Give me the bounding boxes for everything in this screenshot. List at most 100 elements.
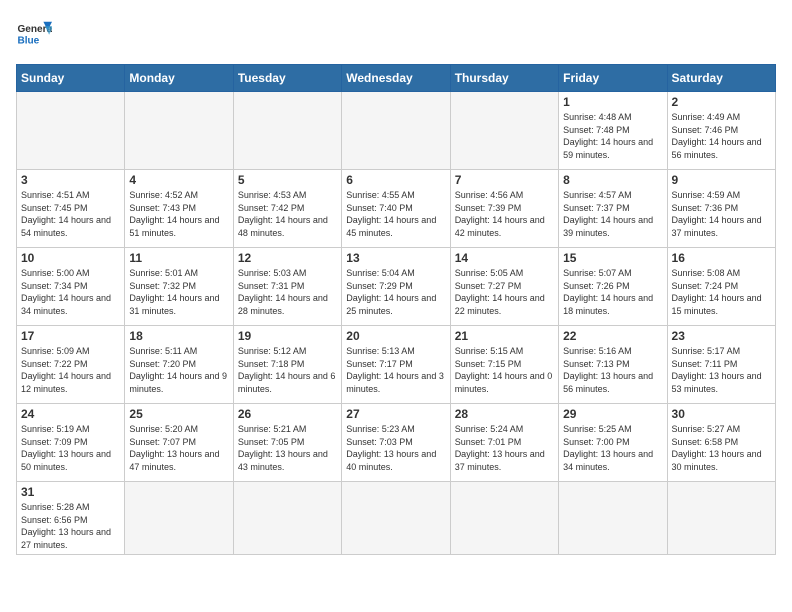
day-info: Sunrise: 5:12 AM Sunset: 7:18 PM Dayligh… — [238, 345, 337, 395]
day-number: 12 — [238, 251, 337, 265]
day-number: 27 — [346, 407, 445, 421]
weekday-header: Wednesday — [342, 65, 450, 92]
day-info: Sunrise: 4:56 AM Sunset: 7:39 PM Dayligh… — [455, 189, 554, 239]
day-number: 24 — [21, 407, 120, 421]
calendar-day-cell: 17 Sunrise: 5:09 AM Sunset: 7:22 PM Dayli… — [17, 326, 125, 404]
calendar-day-cell: 8Sunrise: 4:57 AM Sunset: 7:37 PM Daylig… — [559, 170, 667, 248]
day-number: 28 — [455, 407, 554, 421]
calendar-day-cell — [125, 92, 233, 170]
day-number: 11 — [129, 251, 228, 265]
day-number: 19 — [238, 329, 337, 343]
day-info: Sunrise: 4:52 AM Sunset: 7:43 PM Dayligh… — [129, 189, 228, 239]
day-info: Sunrise: 5:19 AM Sunset: 7:09 PM Dayligh… — [21, 423, 120, 473]
calendar-day-cell: 23Sunrise: 5:17 AM Sunset: 7:11 PM Dayli… — [667, 326, 775, 404]
calendar-day-cell: 1 Sunrise: 4:48 AM Sunset: 7:48 PM Daylig… — [559, 92, 667, 170]
calendar-day-cell: 31Sunrise: 5:28 AM Sunset: 6:56 PM Dayli… — [17, 482, 125, 555]
calendar-day-cell: 25Sunrise: 5:20 AM Sunset: 7:07 PM Dayli… — [125, 404, 233, 482]
day-number: 7 — [455, 173, 554, 187]
calendar-day-cell — [559, 482, 667, 555]
calendar-day-cell: 4 Sunrise: 4:52 AM Sunset: 7:43 PM Daylig… — [125, 170, 233, 248]
day-number: 20 — [346, 329, 445, 343]
calendar-day-cell: 16Sunrise: 5:08 AM Sunset: 7:24 PM Dayli… — [667, 248, 775, 326]
day-number: 5 — [238, 173, 337, 187]
calendar-week-row: 17 Sunrise: 5:09 AM Sunset: 7:22 PM Dayli… — [17, 326, 776, 404]
day-info: Sunrise: 5:05 AM Sunset: 7:27 PM Dayligh… — [455, 267, 554, 317]
calendar-day-cell: 13Sunrise: 5:04 AM Sunset: 7:29 PM Dayli… — [342, 248, 450, 326]
logo-icon: General Blue — [16, 16, 52, 52]
calendar-week-row: 31Sunrise: 5:28 AM Sunset: 6:56 PM Dayli… — [17, 482, 776, 555]
calendar-day-cell — [125, 482, 233, 555]
day-number: 30 — [672, 407, 771, 421]
day-number: 3 — [21, 173, 120, 187]
calendar-day-cell: 26Sunrise: 5:21 AM Sunset: 7:05 PM Dayli… — [233, 404, 341, 482]
calendar-day-cell: 11 Sunrise: 5:01 AM Sunset: 7:32 PM Dayli… — [125, 248, 233, 326]
day-number: 8 — [563, 173, 662, 187]
calendar-day-cell: 18Sunrise: 5:11 AM Sunset: 7:20 PM Dayli… — [125, 326, 233, 404]
calendar-day-cell: 29 Sunrise: 5:25 AM Sunset: 7:00 PM Dayli… — [559, 404, 667, 482]
calendar-day-cell: 12 Sunrise: 5:03 AM Sunset: 7:31 PM Dayli… — [233, 248, 341, 326]
day-number: 4 — [129, 173, 228, 187]
day-number: 10 — [21, 251, 120, 265]
day-number: 14 — [455, 251, 554, 265]
calendar-week-row: 1 Sunrise: 4:48 AM Sunset: 7:48 PM Daylig… — [17, 92, 776, 170]
day-info: Sunrise: 5:24 AM Sunset: 7:01 PM Dayligh… — [455, 423, 554, 473]
day-info: Sunrise: 5:23 AM Sunset: 7:03 PM Dayligh… — [346, 423, 445, 473]
calendar-day-cell — [342, 92, 450, 170]
calendar-week-row: 10 Sunrise: 5:00 AM Sunset: 7:34 PM Dayli… — [17, 248, 776, 326]
calendar-week-row: 3 Sunrise: 4:51 AM Sunset: 7:45 PM Daylig… — [17, 170, 776, 248]
calendar-day-cell — [233, 92, 341, 170]
calendar-day-cell — [667, 482, 775, 555]
calendar-day-cell: 15Sunrise: 5:07 AM Sunset: 7:26 PM Dayli… — [559, 248, 667, 326]
calendar-day-cell: 20Sunrise: 5:13 AM Sunset: 7:17 PM Dayli… — [342, 326, 450, 404]
day-number: 17 — [21, 329, 120, 343]
calendar-day-cell: 6Sunrise: 4:55 AM Sunset: 7:40 PM Daylig… — [342, 170, 450, 248]
day-info: Sunrise: 5:15 AM Sunset: 7:15 PM Dayligh… — [455, 345, 554, 395]
day-number: 1 — [563, 95, 662, 109]
day-info: Sunrise: 5:00 AM Sunset: 7:34 PM Dayligh… — [21, 267, 120, 317]
calendar-day-cell: 22 Sunrise: 5:16 AM Sunset: 7:13 PM Dayli… — [559, 326, 667, 404]
day-number: 2 — [672, 95, 771, 109]
calendar-day-cell — [233, 482, 341, 555]
day-info: Sunrise: 5:03 AM Sunset: 7:31 PM Dayligh… — [238, 267, 337, 317]
day-info: Sunrise: 4:51 AM Sunset: 7:45 PM Dayligh… — [21, 189, 120, 239]
calendar-day-cell: 10 Sunrise: 5:00 AM Sunset: 7:34 PM Dayli… — [17, 248, 125, 326]
day-info: Sunrise: 5:01 AM Sunset: 7:32 PM Dayligh… — [129, 267, 228, 317]
calendar-day-cell: 27 Sunrise: 5:23 AM Sunset: 7:03 PM Dayli… — [342, 404, 450, 482]
day-info: Sunrise: 4:49 AM Sunset: 7:46 PM Dayligh… — [672, 111, 771, 161]
calendar-day-cell — [450, 482, 558, 555]
day-info: Sunrise: 4:48 AM Sunset: 7:48 PM Dayligh… — [563, 111, 662, 161]
day-info: Sunrise: 4:53 AM Sunset: 7:42 PM Dayligh… — [238, 189, 337, 239]
day-number: 16 — [672, 251, 771, 265]
weekday-header: Friday — [559, 65, 667, 92]
day-number: 6 — [346, 173, 445, 187]
day-number: 22 — [563, 329, 662, 343]
header: General Blue — [16, 16, 776, 52]
day-info: Sunrise: 5:07 AM Sunset: 7:26 PM Dayligh… — [563, 267, 662, 317]
calendar-header-row: SundayMondayTuesdayWednesdayThursdayFrid… — [17, 65, 776, 92]
calendar-day-cell: 2 Sunrise: 4:49 AM Sunset: 7:46 PM Daylig… — [667, 92, 775, 170]
calendar-day-cell: 24 Sunrise: 5:19 AM Sunset: 7:09 PM Dayli… — [17, 404, 125, 482]
calendar-week-row: 24 Sunrise: 5:19 AM Sunset: 7:09 PM Dayli… — [17, 404, 776, 482]
day-number: 21 — [455, 329, 554, 343]
day-info: Sunrise: 5:28 AM Sunset: 6:56 PM Dayligh… — [21, 501, 120, 551]
logo: General Blue — [16, 16, 26, 52]
day-info: Sunrise: 5:20 AM Sunset: 7:07 PM Dayligh… — [129, 423, 228, 473]
calendar-day-cell: 3 Sunrise: 4:51 AM Sunset: 7:45 PM Daylig… — [17, 170, 125, 248]
calendar-day-cell — [450, 92, 558, 170]
day-info: Sunrise: 5:25 AM Sunset: 7:00 PM Dayligh… — [563, 423, 662, 473]
weekday-header: Monday — [125, 65, 233, 92]
day-number: 29 — [563, 407, 662, 421]
calendar-day-cell — [342, 482, 450, 555]
day-info: Sunrise: 5:16 AM Sunset: 7:13 PM Dayligh… — [563, 345, 662, 395]
weekday-header: Saturday — [667, 65, 775, 92]
calendar-day-cell: 19 Sunrise: 5:12 AM Sunset: 7:18 PM Dayli… — [233, 326, 341, 404]
day-info: Sunrise: 5:09 AM Sunset: 7:22 PM Dayligh… — [21, 345, 120, 395]
day-info: Sunrise: 5:27 AM Sunset: 6:58 PM Dayligh… — [672, 423, 771, 473]
day-info: Sunrise: 5:11 AM Sunset: 7:20 PM Dayligh… — [129, 345, 228, 395]
day-info: Sunrise: 4:59 AM Sunset: 7:36 PM Dayligh… — [672, 189, 771, 239]
calendar-day-cell: 7 Sunrise: 4:56 AM Sunset: 7:39 PM Daylig… — [450, 170, 558, 248]
svg-text:Blue: Blue — [17, 35, 39, 46]
weekday-header: Sunday — [17, 65, 125, 92]
day-number: 13 — [346, 251, 445, 265]
weekday-header: Tuesday — [233, 65, 341, 92]
